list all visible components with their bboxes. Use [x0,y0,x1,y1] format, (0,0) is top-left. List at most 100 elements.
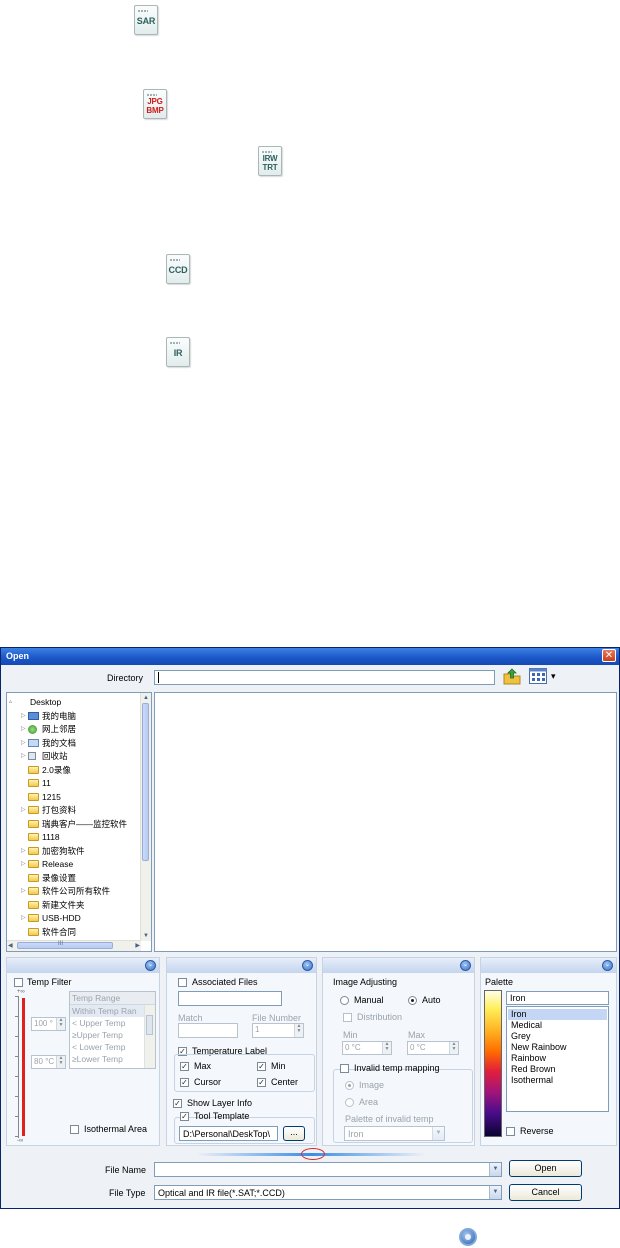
temp-range-scroll-thumb[interactable] [146,1015,153,1035]
area-radio[interactable] [345,1098,354,1107]
scroll-left-icon[interactable]: ◀ [8,942,13,950]
folder-tree[interactable]: ▵ Desktop ▷ 我的电脑 ▷ 网上邻居 ▷ 我的文档 ▷ 回收站 2.0录像 11 1215 ▷ 打… [6,692,152,952]
auto-radio[interactable] [408,996,417,1005]
view-mode-button[interactable]: ▾ [529,668,557,685]
collapse-icon[interactable]: ⌄ [145,960,156,971]
show-layer-info-checkbox[interactable]: ✓ [173,1099,182,1108]
temp-range-option[interactable]: < Upper Temp [70,1017,144,1029]
browse-button[interactable]: ... [283,1126,305,1141]
collapse-icon[interactable]: ⌄ [460,960,471,971]
spin-arrows-icon[interactable]: ▲ ▼ [294,1024,303,1037]
image-radio[interactable] [345,1081,354,1090]
temp-filter-checkbox[interactable] [14,978,23,987]
tree-item[interactable]: 软件合同 [7,926,141,939]
template-path-input[interactable]: D:\Personal\DeskTop\ [179,1126,278,1141]
palette-option[interactable]: Iron [508,1009,607,1020]
tree-item[interactable]: 瑞典客户——监控软件 [7,818,141,831]
palette-option[interactable]: Isothermal [508,1075,607,1086]
cursor-checkbox[interactable]: ✓ [180,1078,189,1087]
match-input[interactable] [178,1023,238,1038]
title-bar[interactable]: Open ✕ [1,648,619,665]
spin-arrows-icon[interactable]: ▲ ▼ [56,1056,65,1068]
palette-invalid-select[interactable]: Iron ▼ [344,1126,445,1141]
max-temp-stepper[interactable]: 0 °C ▲ ▼ [407,1041,459,1055]
tree-item[interactable]: 1118 [7,831,141,844]
dropdown-arrow-icon[interactable]: ▼ [489,1163,501,1176]
min-temp-stepper[interactable]: 0 °C ▲ ▼ [342,1041,392,1055]
temp-range-option[interactable]: < Lower Temp [70,1041,144,1053]
tree-item[interactable]: ▷ 回收站 [7,750,141,763]
upper-temp-stepper[interactable]: 100 ° ▲ ▼ [31,1017,66,1031]
isothermal-area-checkbox[interactable] [70,1125,79,1134]
distribution-checkbox[interactable] [343,1013,352,1022]
expand-toggle-icon[interactable]: ▷ [21,885,27,898]
scroll-right-icon[interactable]: ▶ [135,942,140,950]
temp-range-scrollbar[interactable] [144,1005,155,1068]
tree-item[interactable]: ▷ 打包资料 [7,804,141,817]
expand-toggle-icon[interactable]: ▷ [21,750,27,763]
expand-toggle-icon[interactable]: ▷ [21,723,27,736]
collapse-icon[interactable]: ⌄ [302,960,313,971]
directory-input[interactable] [154,670,495,685]
manual-radio[interactable] [340,996,349,1005]
tree-item[interactable]: 录像设置 [7,872,141,885]
expand-toggle-icon[interactable]: ▷ [21,858,27,871]
tree-vertical-scroll-thumb[interactable] [142,703,149,861]
tree-item[interactable]: ▷ 软件公司所有软件 [7,885,141,898]
dropdown-arrow-icon[interactable]: ▼ [432,1127,444,1140]
file-name-input[interactable]: ▼ [154,1162,502,1177]
center-checkbox[interactable]: ✓ [257,1078,266,1087]
tree-item[interactable]: 2.0录像 [7,764,141,777]
max-checkbox[interactable]: ✓ [180,1062,189,1071]
settings-icon[interactable] [459,1228,477,1246]
tree-vertical-scrollbar[interactable]: ▲ ▼ [140,693,151,941]
tree-item[interactable]: 新建文件夹 [7,899,141,912]
expand-toggle-icon[interactable]: ▷ [21,845,27,858]
dropdown-arrow-icon[interactable]: ▼ [489,1186,501,1199]
tree-item[interactable]: 1215 [7,791,141,804]
palette-list[interactable]: Iron Medical Grey New Rainbow Rainbow Red Bro… [506,1006,609,1112]
collapse-icon[interactable]: ⌄ [602,960,613,971]
file-list[interactable] [154,692,617,952]
expand-toggle-icon[interactable]: ▷ [21,804,27,817]
spin-arrows-icon[interactable]: ▲ ▼ [56,1018,65,1030]
expand-toggle-icon[interactable]: ▷ [21,737,27,750]
tree-item[interactable]: ▷ 网上邻居 [7,723,141,736]
spin-down-icon[interactable]: ▼ [452,1046,457,1052]
spin-down-icon[interactable]: ▼ [297,1028,302,1034]
scroll-down-icon[interactable]: ▼ [143,932,149,940]
spin-down-icon[interactable]: ▼ [59,1022,64,1028]
temp-range-option[interactable]: Within Temp Ran [70,1005,144,1017]
min-checkbox[interactable]: ✓ [257,1062,266,1071]
palette-option[interactable]: Grey [508,1031,607,1042]
close-button[interactable]: ✕ [602,649,616,662]
folder-up-button[interactable] [503,668,521,685]
spin-down-icon[interactable]: ▼ [385,1046,390,1052]
palette-option[interactable]: New Rainbow [508,1042,607,1053]
tree-item[interactable]: ▷ USB-HDD [7,912,141,925]
invalid-temp-checkbox[interactable] [340,1064,349,1073]
tree-item[interactable]: ▷ 我的文档 [7,737,141,750]
tree-item[interactable]: 11 [7,777,141,790]
palette-option[interactable]: Medical [508,1020,607,1031]
spin-down-icon[interactable]: ▼ [59,1060,64,1066]
temp-range-option[interactable]: ≥Lower Temp [70,1053,144,1065]
tree-horizontal-scrollbar[interactable]: ◀ III ▶ [7,940,141,951]
tool-template-checkbox[interactable]: ✓ [180,1112,189,1121]
palette-current-input[interactable]: Iron [506,991,609,1005]
scroll-up-icon[interactable]: ▲ [143,694,149,702]
expand-toggle-icon[interactable]: ▷ [21,710,27,723]
tree-item[interactable]: ▷ 加密狗软件 [7,845,141,858]
tree-item-desktop[interactable]: ▵ Desktop [7,696,141,709]
temp-range-option[interactable]: ≥Upper Temp [70,1029,144,1041]
palette-option[interactable]: Red Brown [508,1064,607,1075]
temp-range-list[interactable]: Temp Range Within Temp Ran < Upper Temp ≥U… [69,991,156,1069]
tree-item[interactable]: ▷ Release [7,858,141,871]
file-number-stepper[interactable]: 1 ▲ ▼ [252,1023,304,1038]
file-type-select[interactable]: Optical and IR file(*.SAT;*.CCD) ▼ [154,1185,502,1200]
palette-option[interactable]: Rainbow [508,1053,607,1064]
expand-toggle-icon[interactable]: ▷ [21,912,27,925]
spin-arrows-icon[interactable]: ▲ ▼ [382,1042,391,1054]
tree-item[interactable]: ▷ 我的电脑 [7,710,141,723]
spin-arrows-icon[interactable]: ▲ ▼ [449,1042,458,1054]
